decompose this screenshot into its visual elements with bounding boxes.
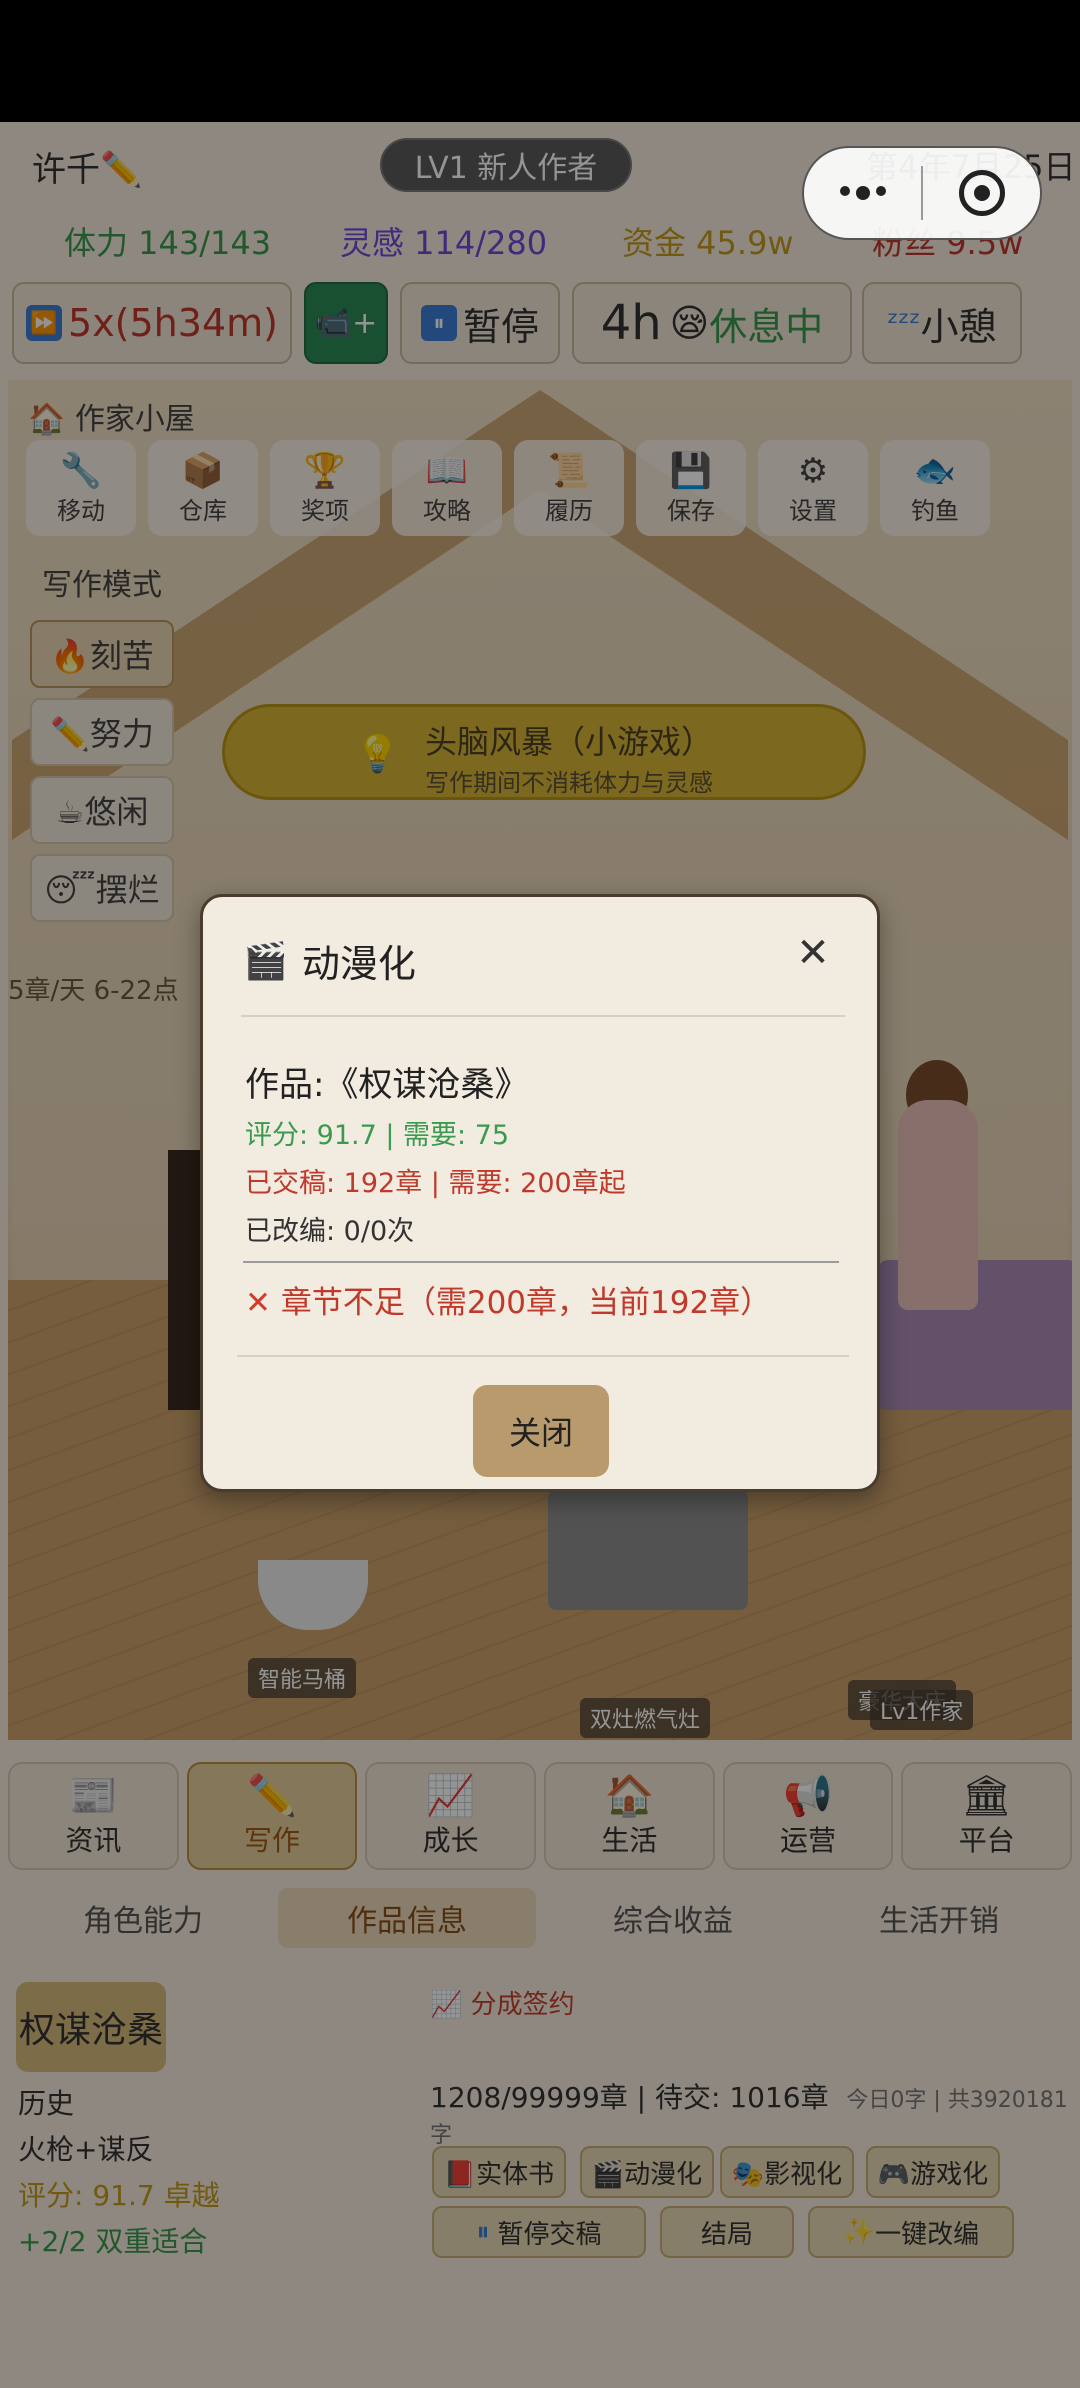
close-icon[interactable]: ✕ xyxy=(793,933,833,973)
game-page: 许千✏️ LV1 新人作者 第4年7月25日 体力 143/143 灵感 114… xyxy=(0,122,1080,2388)
clapperboard-icon: 🎬 xyxy=(243,940,288,982)
x-mark-icon: ✕ xyxy=(245,1285,271,1321)
close-button[interactable]: 关闭 xyxy=(473,1385,609,1477)
divider xyxy=(237,1355,849,1357)
target-icon xyxy=(958,170,1005,216)
dialog-title-text: 动漫化 xyxy=(301,942,416,986)
dialog-score-req: 评分: 91.7 | 需要: 75 xyxy=(245,1120,510,1151)
more-button[interactable] xyxy=(804,148,921,238)
dialog-error-text: 章节不足（需200章，当前192章） xyxy=(280,1285,772,1321)
close-miniprogram-button[interactable] xyxy=(923,148,1040,238)
dialog-chapter-req: 已交稿: 192章 | 需要: 200章起 xyxy=(245,1168,626,1199)
anime-adaptation-dialog: 🎬 动漫化 ✕ 作品:《权谋沧桑》 评分: 91.7 | 需要: 75 已交稿:… xyxy=(200,894,880,1492)
more-dots-icon xyxy=(839,186,886,200)
dialog-title: 🎬 动漫化 xyxy=(243,933,416,988)
miniprogram-capsule xyxy=(802,146,1042,240)
divider xyxy=(243,1261,839,1263)
divider xyxy=(241,1015,845,1017)
dialog-error: ✕ 章节不足（需200章，当前192章） xyxy=(245,1277,771,1322)
dialog-adapted-count: 已改编: 0/0次 xyxy=(245,1216,415,1247)
dialog-work-name: 作品:《权谋沧桑》 xyxy=(245,1065,529,1105)
